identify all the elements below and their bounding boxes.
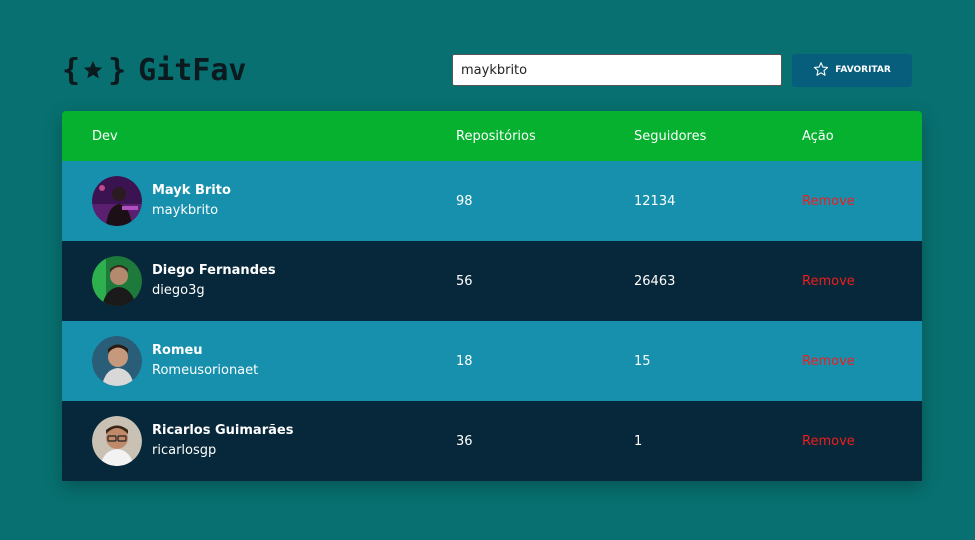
- table-row: Diego Fernandes diego3g 56 26463 Remove: [62, 241, 922, 321]
- followers-count: 12134: [634, 193, 676, 209]
- user-cell: Mayk Brito maykbrito: [92, 176, 456, 226]
- remove-button[interactable]: Remove: [802, 434, 855, 449]
- user-cell: Diego Fernandes diego3g: [92, 256, 456, 306]
- user-login: ricarlosgp: [152, 443, 217, 458]
- table-row: Mayk Brito maykbrito 98 12134 Remove: [62, 161, 922, 241]
- remove-button[interactable]: Remove: [802, 274, 855, 289]
- repos-count: 18: [456, 353, 473, 369]
- logo: {} GitFav: [62, 53, 247, 88]
- user-login: Romeusorionaet: [152, 363, 259, 378]
- header-dev: Dev: [92, 128, 118, 144]
- repos-count: 36: [456, 433, 473, 449]
- app-title: GitFav: [138, 52, 247, 88]
- repos-count: 56: [456, 273, 473, 289]
- app-header: {} GitFav FAVORITAR: [62, 52, 912, 88]
- remove-button[interactable]: Remove: [802, 354, 855, 369]
- star-outline-icon: [813, 61, 829, 80]
- followers-count: 15: [634, 353, 651, 369]
- header-followers: Seguidores: [634, 128, 707, 144]
- user-name: Ricarlos Guimarães: [152, 423, 294, 438]
- user-login: diego3g: [152, 283, 205, 298]
- header-repos: Repositórios: [456, 128, 536, 144]
- braces-star-icon: {}: [62, 52, 126, 88]
- user-name: Mayk Brito: [152, 183, 231, 198]
- search-input[interactable]: [452, 54, 782, 86]
- user-cell: Romeu Romeusorionaet: [92, 336, 456, 386]
- avatar: [92, 176, 142, 226]
- favoritar-label: FAVORITAR: [835, 65, 891, 75]
- search-area: FAVORITAR: [452, 53, 912, 87]
- followers-count: 1: [634, 433, 643, 449]
- followers-count: 26463: [634, 273, 676, 289]
- user-name: Diego Fernandes: [152, 263, 276, 278]
- table-header-row: Dev Repositórios Seguidores Ação: [62, 111, 922, 161]
- user-cell: Ricarlos Guimarães ricarlosgp: [92, 416, 456, 466]
- avatar: [92, 416, 142, 466]
- repos-count: 98: [456, 193, 473, 209]
- user-name: Romeu: [152, 343, 203, 358]
- favoritar-button[interactable]: FAVORITAR: [792, 53, 912, 87]
- header-action: Ação: [802, 128, 834, 144]
- favorites-table: Dev Repositórios Seguidores Ação Mayk Br…: [62, 111, 922, 481]
- avatar: [92, 336, 142, 386]
- user-login: maykbrito: [152, 203, 219, 218]
- table-row: Ricarlos Guimarães ricarlosgp 36 1 Remov…: [62, 401, 922, 481]
- table-row: Romeu Romeusorionaet 18 15 Remove: [62, 321, 922, 401]
- avatar: [92, 256, 142, 306]
- remove-button[interactable]: Remove: [802, 194, 855, 209]
